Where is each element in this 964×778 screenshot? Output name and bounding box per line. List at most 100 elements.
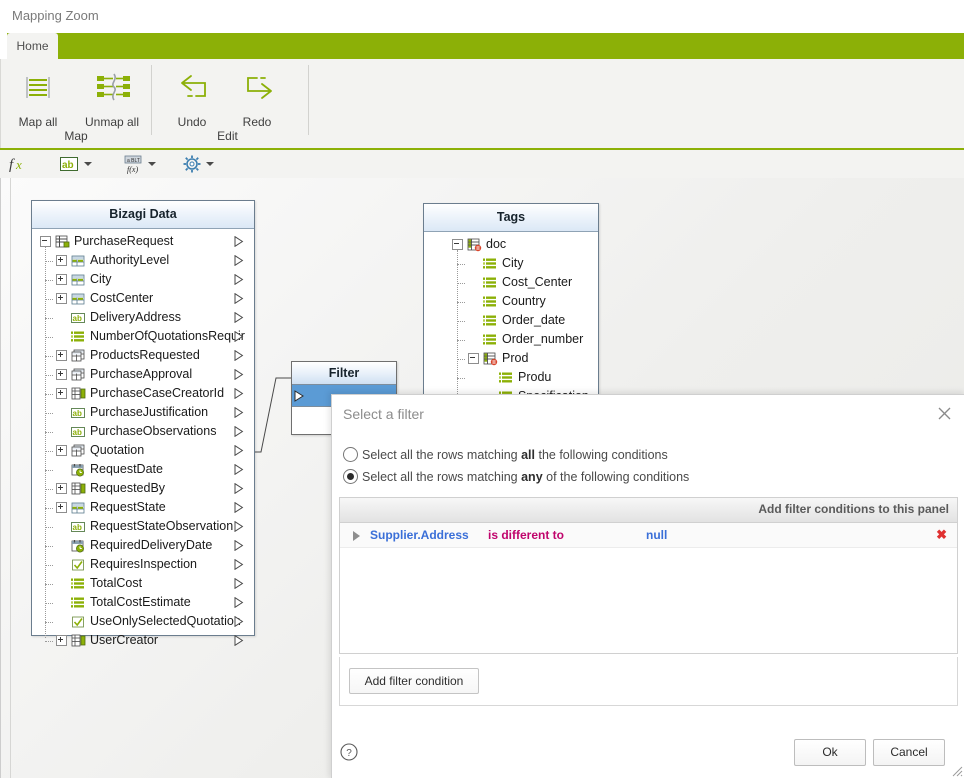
expand-icon[interactable] (56, 350, 67, 362)
radio-match-all[interactable]: Select all the rows matching all the fol… (343, 445, 689, 464)
tree-node-port[interactable] (234, 540, 244, 551)
map-all-button[interactable]: Map all (6, 67, 70, 129)
tree-node[interactable]: Cost_Center (424, 273, 598, 292)
tree-node[interactable]: TotalCost (32, 574, 254, 593)
tree-node-port[interactable] (234, 236, 244, 247)
match-mode-radio-group[interactable]: Select all the rows matching all the fol… (343, 445, 689, 489)
expand-icon[interactable] (56, 483, 67, 495)
settings-button[interactable] (182, 150, 202, 178)
tree-node-port[interactable] (234, 483, 244, 494)
tree-node-port[interactable] (234, 635, 244, 646)
tree-node-port[interactable] (234, 331, 244, 342)
tree-node-port[interactable] (234, 521, 244, 532)
expand-icon[interactable] (56, 388, 67, 400)
title-bar: Mapping Zoom (0, 0, 964, 34)
redo-button[interactable]: Redo (225, 67, 289, 129)
collapse-icon[interactable] (452, 239, 463, 251)
expand-icon[interactable] (56, 255, 67, 267)
tree-node-port[interactable] (234, 312, 244, 323)
expand-icon[interactable] (56, 293, 67, 305)
tree-branch-line (45, 451, 53, 452)
expand-icon[interactable] (56, 502, 67, 514)
expand-row-icon[interactable] (352, 531, 361, 541)
tree-node[interactable]: AuthorityLevel (32, 251, 254, 270)
tree-node[interactable]: Country (424, 292, 598, 311)
tree-node[interactable]: TotalCostEstimate (32, 593, 254, 612)
condition-value[interactable]: null (646, 523, 667, 547)
help-icon[interactable]: ? (340, 743, 358, 761)
ok-button[interactable]: Ok (794, 739, 866, 766)
dialog-close-button[interactable] (931, 401, 957, 425)
condition-field[interactable]: Supplier.Address (370, 523, 469, 547)
tree-node-port[interactable] (234, 559, 244, 570)
tree-node[interactable]: RequiresInspection (32, 555, 254, 574)
tree-node[interactable]: Produ (424, 368, 598, 387)
settings-dropdown[interactable] (206, 150, 214, 178)
tab-home[interactable]: Home (7, 33, 58, 59)
tree-node-port[interactable] (234, 464, 244, 475)
tree-node-port[interactable] (234, 369, 244, 380)
tree-node[interactable]: RequestState (32, 498, 254, 517)
tree-node-label: RequestState (90, 500, 166, 514)
unmap-all-label: Unmap all (84, 115, 140, 129)
tree-node-port[interactable] (234, 597, 244, 608)
tree-node[interactable]: doc (424, 235, 598, 254)
radio-match-any[interactable]: Select all the rows matching any of the … (343, 467, 689, 486)
tree-node[interactable]: PurchaseRequest (32, 232, 254, 251)
string-type-dropdown[interactable] (84, 150, 92, 178)
tree-node[interactable]: City (32, 270, 254, 289)
tree-node-port[interactable] (234, 578, 244, 589)
tree-node-port[interactable] (234, 407, 244, 418)
source-tree[interactable]: PurchaseRequest AuthorityLevel City CostCen… (32, 229, 254, 661)
expand-icon[interactable] (56, 635, 67, 647)
cancel-button[interactable]: Cancel (873, 739, 945, 766)
condition-operator[interactable]: is different to (488, 523, 564, 547)
tree-node-port[interactable] (234, 274, 244, 285)
expression-dropdown[interactable] (148, 150, 156, 178)
target-tree[interactable]: doc City Cost_Center Country Order_date Order… (424, 232, 598, 417)
tree-node[interactable]: City (424, 254, 598, 273)
add-filter-condition-button[interactable]: Add filter condition (349, 668, 479, 694)
tree-node[interactable]: PurchaseApproval (32, 365, 254, 384)
tree-node[interactable]: UseOnlySelectedQuotation (32, 612, 254, 631)
tree-node[interactable]: NumberOfQuotationsRequir (32, 327, 254, 346)
tree-node-port[interactable] (234, 502, 244, 513)
tree-node-port[interactable] (234, 426, 244, 437)
tree-node[interactable]: RequestDate (32, 460, 254, 479)
tree-node[interactable]: Prod (424, 349, 598, 368)
expression-button[interactable]: a BLT f(x) (123, 150, 143, 178)
tree-node-port[interactable] (234, 616, 244, 627)
string-type-button[interactable]: ab (60, 150, 78, 178)
tree-node-port[interactable] (234, 388, 244, 399)
delete-condition-icon[interactable]: ✖ (936, 523, 947, 547)
tree-node-label: Quotation (90, 443, 145, 457)
expand-icon[interactable] (56, 445, 67, 457)
tree-node[interactable]: ab RequestStateObservation (32, 517, 254, 536)
tree-node[interactable]: Order_number (424, 330, 598, 349)
tree-node-port[interactable] (234, 255, 244, 266)
unmap-all-button[interactable]: Unmap all (74, 67, 150, 129)
resize-grip-icon[interactable] (949, 763, 963, 777)
undo-button[interactable]: Undo (160, 67, 224, 129)
tree-node[interactable]: UserCreator (32, 631, 254, 650)
tree-branch-line (457, 359, 465, 360)
tree-node[interactable]: Quotation (32, 441, 254, 460)
tree-node-port[interactable] (234, 293, 244, 304)
function-button[interactable]: f x (8, 150, 30, 178)
expand-icon[interactable] (56, 274, 67, 286)
tree-node[interactable]: CostCenter (32, 289, 254, 308)
tree-node[interactable]: ab PurchaseObservations (32, 422, 254, 441)
tree-node[interactable]: PurchaseCaseCreatorId (32, 384, 254, 403)
tree-node-port[interactable] (234, 350, 244, 361)
tree-node[interactable]: RequestedBy (32, 479, 254, 498)
expand-icon[interactable] (56, 369, 67, 381)
collapse-icon[interactable] (468, 353, 479, 365)
tree-node[interactable]: ab PurchaseJustification (32, 403, 254, 422)
filter-condition-row[interactable]: Supplier.Address is different to null ✖ (340, 523, 957, 548)
tree-node[interactable]: RequiredDeliveryDate (32, 536, 254, 555)
tree-node[interactable]: Order_date (424, 311, 598, 330)
tree-node[interactable]: ProductsRequested (32, 346, 254, 365)
tree-node[interactable]: ab DeliveryAddress (32, 308, 254, 327)
tree-node-port[interactable] (234, 445, 244, 456)
collapse-icon[interactable] (40, 236, 51, 248)
